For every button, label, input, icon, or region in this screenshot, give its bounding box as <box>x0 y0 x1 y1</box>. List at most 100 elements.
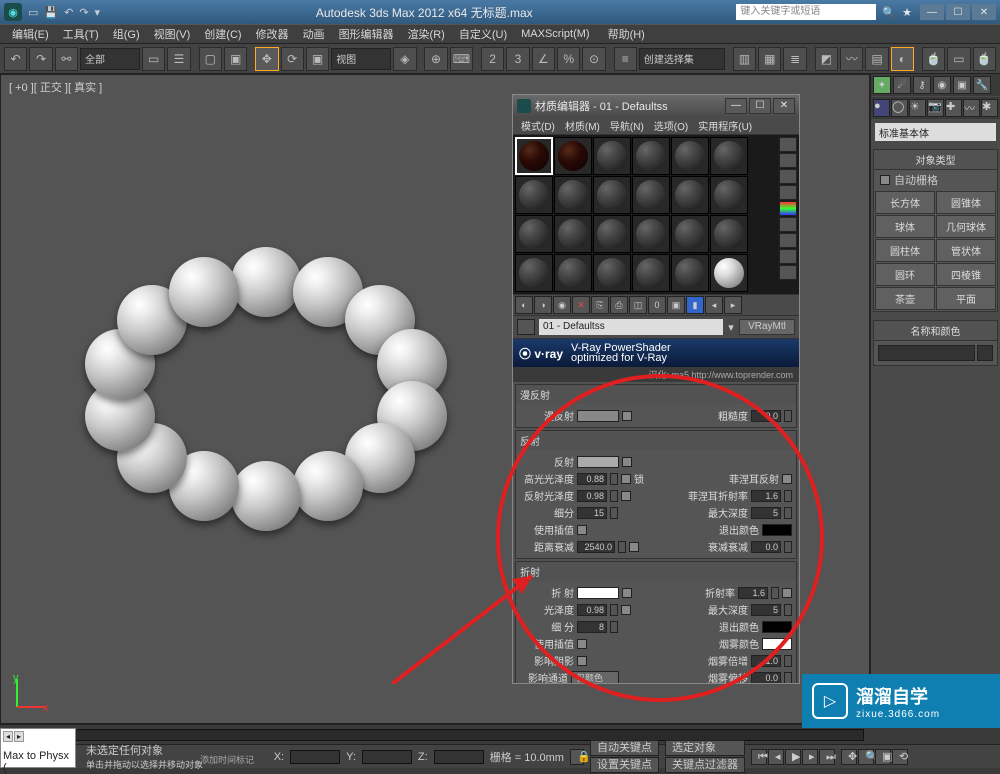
material-slot[interactable] <box>593 176 631 214</box>
rexit-swatch[interactable] <box>762 621 792 633</box>
z-input[interactable] <box>434 750 484 764</box>
maxdepth-buttons[interactable] <box>784 507 792 519</box>
dimfall-spinner[interactable]: 0.0 <box>751 541 781 553</box>
menu-tools[interactable]: 工具(T) <box>57 24 105 44</box>
matid-button[interactable]: 0 <box>648 296 666 314</box>
mirror-button[interactable]: ▥ <box>733 47 756 71</box>
material-slot[interactable] <box>593 215 631 253</box>
select-by-mat-button[interactable] <box>779 249 797 264</box>
make-unique-button[interactable]: ⎙ <box>610 296 628 314</box>
dimdist-spinner[interactable]: 2540.0 <box>577 541 615 553</box>
primitive-cylinder-button[interactable]: 圆柱体 <box>875 239 935 262</box>
material-slot[interactable] <box>554 176 592 214</box>
material-editor-titlebar[interactable]: 材质编辑器 - 01 - Defaultss — ☐ ✕ <box>513 95 799 117</box>
glossiness-map-checkbox[interactable] <box>621 605 631 615</box>
options-button[interactable] <box>779 233 797 248</box>
material-slot[interactable] <box>515 254 553 292</box>
play-button[interactable]: ▶ <box>785 749 801 765</box>
hilight-gloss-buttons[interactable] <box>610 473 618 485</box>
maxscript-mini-listener[interactable]: ◂▸ Max to Physx ( <box>0 728 76 768</box>
material-slot[interactable] <box>515 176 553 214</box>
cameras-category-icon[interactable]: 📷 <box>927 99 944 117</box>
material-slot[interactable] <box>710 137 748 175</box>
ior-map-checkbox[interactable] <box>782 588 792 598</box>
assign-button[interactable]: ◉ <box>553 296 571 314</box>
hilight-gloss-spinner[interactable]: 0.88 <box>577 473 607 485</box>
menu-animation[interactable]: 动画 <box>297 24 331 44</box>
favorites-icon[interactable]: ★ <box>902 6 912 19</box>
primitive-box-button[interactable]: 长方体 <box>875 191 935 214</box>
spacewarps-category-icon[interactable]: 〰 <box>963 99 980 117</box>
rsubdivs-buttons[interactable] <box>610 621 618 633</box>
ior-spinner[interactable]: 1.6 <box>738 587 768 599</box>
select-object-button[interactable]: ▭ <box>142 47 165 71</box>
mat-maximize-button[interactable]: ☐ <box>749 98 771 114</box>
material-slot[interactable] <box>554 254 592 292</box>
material-slot[interactable] <box>515 137 553 175</box>
primitive-teapot-button[interactable]: 茶壶 <box>875 287 935 310</box>
material-slot[interactable] <box>632 215 670 253</box>
make-copy-button[interactable]: ⎘ <box>591 296 609 314</box>
time-slider-track[interactable]: 0 / 100 <box>6 729 864 741</box>
x-input[interactable] <box>290 750 340 764</box>
reflection-group-header[interactable]: 反射 <box>516 431 796 450</box>
material-slot[interactable] <box>632 176 670 214</box>
menu-views[interactable]: 视图(V) <box>148 24 197 44</box>
spinner-snap-button[interactable]: ⊙ <box>582 47 605 71</box>
select-move-button[interactable]: ✥ <box>255 47 278 71</box>
rinterp-checkbox[interactable] <box>577 639 587 649</box>
pan-view-button[interactable]: ✥ <box>841 749 857 765</box>
diffuse-map-checkbox[interactable] <box>622 411 632 421</box>
material-name-input[interactable]: 01 - Defaultss <box>539 319 723 335</box>
helpers-category-icon[interactable]: ✚ <box>945 99 962 117</box>
render-frame-button[interactable]: ▭ <box>947 47 970 71</box>
menu-help[interactable]: 帮助(H) <box>602 24 651 44</box>
material-slot[interactable] <box>671 176 709 214</box>
fogmult-buttons[interactable] <box>784 655 792 667</box>
menu-edit[interactable]: 编辑(E) <box>6 24 55 44</box>
snap-3d-button[interactable]: 3 <box>506 47 529 71</box>
roughness-spinner[interactable]: 0.0 <box>751 410 781 422</box>
put-to-scene-button[interactable]: ◑ <box>534 296 552 314</box>
sample-uv-button[interactable] <box>779 185 797 200</box>
show-end-result-button[interactable]: ▮ <box>686 296 704 314</box>
menu-create[interactable]: 创建(C) <box>198 24 247 44</box>
curve-editor-button[interactable]: 〰 <box>840 47 863 71</box>
manipulate-button[interactable]: ⊕ <box>424 47 447 71</box>
render-setup-button[interactable]: 🍵 <box>922 47 945 71</box>
material-slot[interactable] <box>671 137 709 175</box>
material-slot[interactable] <box>632 137 670 175</box>
primitive-plane-button[interactable]: 平面 <box>936 287 996 310</box>
subdivs-buttons[interactable] <box>610 507 618 519</box>
reflect-map-checkbox[interactable] <box>622 457 632 467</box>
y-input[interactable] <box>362 750 412 764</box>
qat-save-icon[interactable]: 💾 <box>44 6 58 19</box>
render-button[interactable]: 🍵 <box>973 47 996 71</box>
roughness-spinner-buttons[interactable] <box>784 410 792 422</box>
ior-buttons[interactable] <box>771 587 779 599</box>
fresnel-ior-buttons[interactable] <box>784 490 792 502</box>
material-slot[interactable] <box>554 215 592 253</box>
material-slot[interactable] <box>632 254 670 292</box>
menu-group[interactable]: 组(G) <box>107 24 146 44</box>
angle-snap-button[interactable]: ∠ <box>532 47 555 71</box>
qat-redo-icon[interactable]: ↷ <box>79 6 88 19</box>
systems-category-icon[interactable]: ✱ <box>981 99 998 117</box>
lights-category-icon[interactable]: ☀ <box>909 99 926 117</box>
refl-gloss-buttons[interactable] <box>610 490 618 502</box>
pick-material-button[interactable] <box>517 319 535 335</box>
edit-selset-button[interactable]: ≡ <box>614 47 637 71</box>
viewport-label[interactable]: [ +0 ][ 正交 ][ 真实 ] <box>9 79 102 95</box>
link-button[interactable]: ⚯ <box>55 47 78 71</box>
rsubdivs-spinner[interactable]: 8 <box>577 621 607 633</box>
layers-button[interactable]: ≣ <box>783 47 806 71</box>
infocenter-icon[interactable]: 🔍 <box>882 6 896 19</box>
hierarchy-tab-icon[interactable]: ⚷ <box>913 76 931 94</box>
mat-minimize-button[interactable]: — <box>725 98 747 114</box>
interp-checkbox[interactable] <box>577 525 587 535</box>
help-search-input[interactable]: 键入关键字或短语 <box>736 4 876 20</box>
material-slot[interactable] <box>515 215 553 253</box>
select-rotate-button[interactable]: ⟳ <box>281 47 304 71</box>
mat-menu-modes[interactable]: 模式(D) <box>517 117 559 134</box>
material-slot[interactable] <box>593 254 631 292</box>
